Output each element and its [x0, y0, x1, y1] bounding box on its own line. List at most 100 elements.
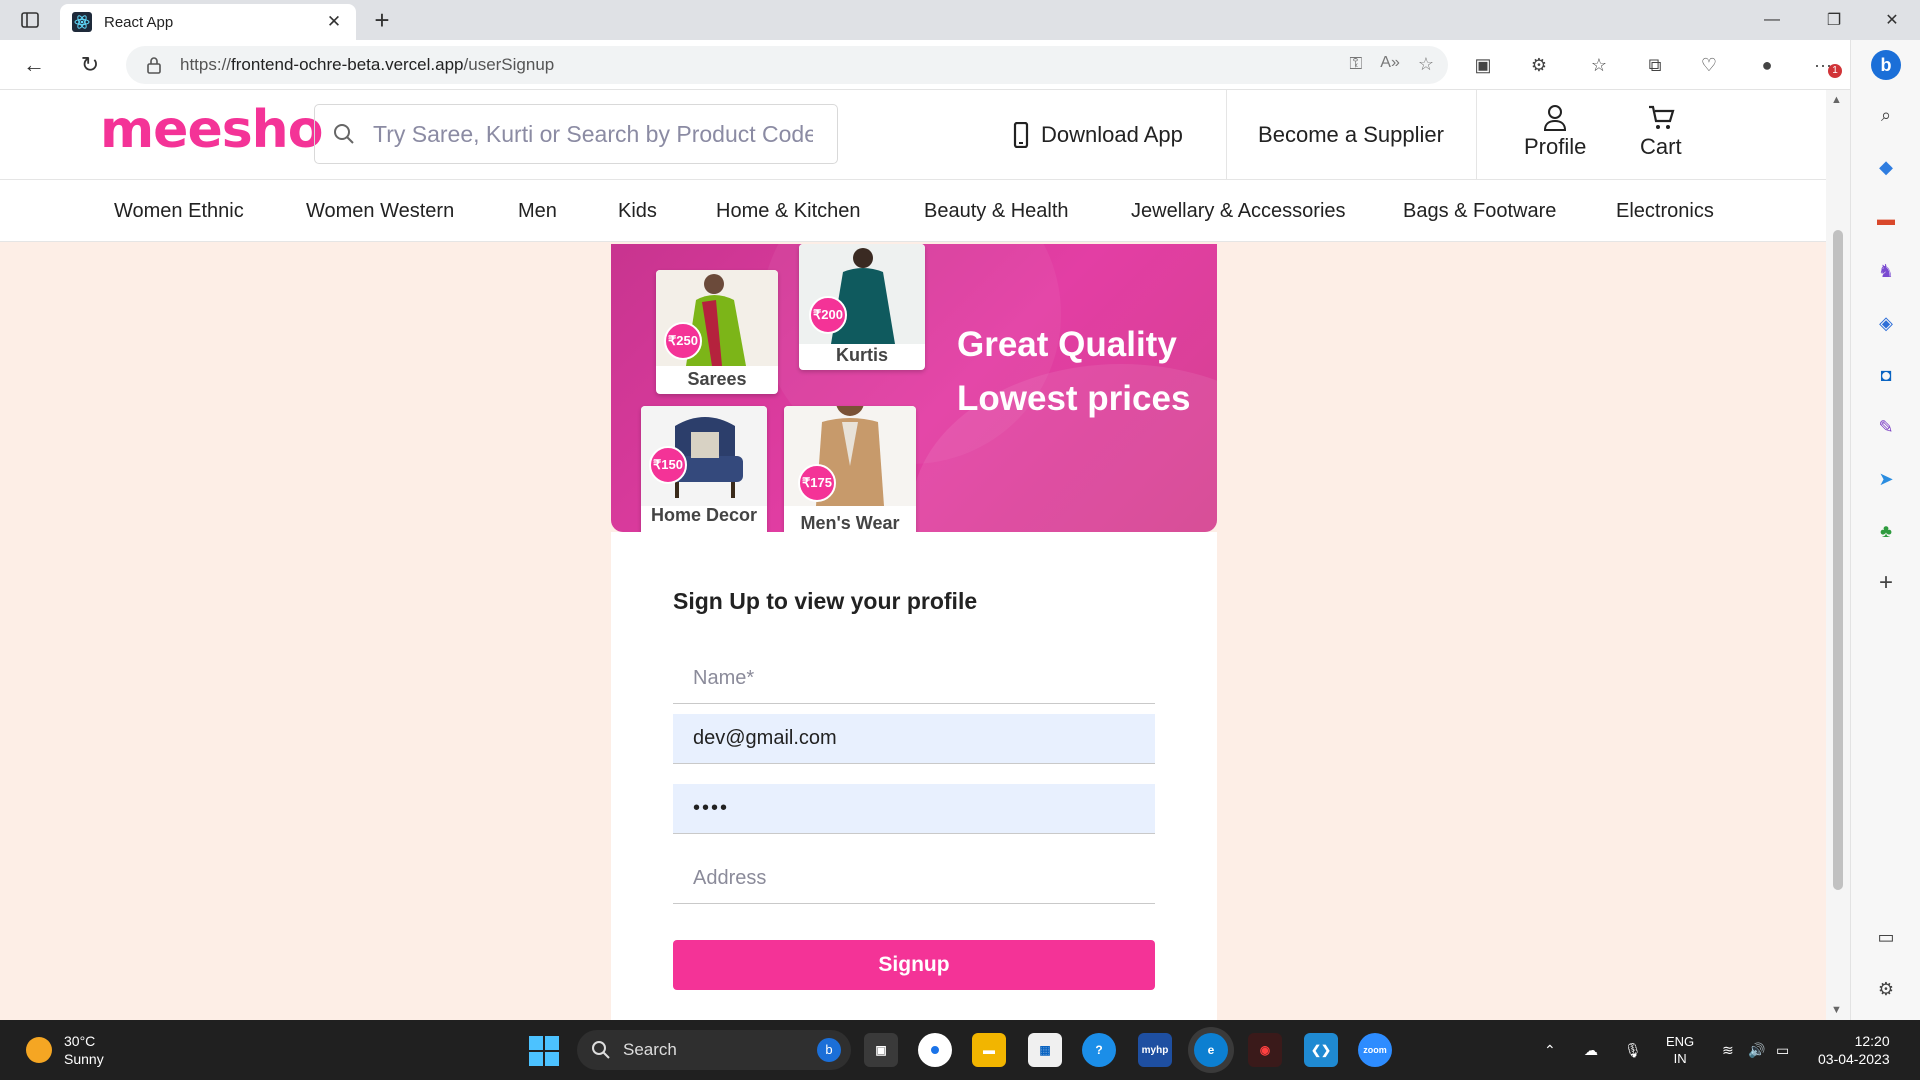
search-icon: [592, 1041, 610, 1059]
category-jewellary-accessories[interactable]: Jewellary & Accessories: [1131, 180, 1346, 242]
category-women-ethnic[interactable]: Women Ethnic: [114, 180, 244, 242]
download-app-label: Download App: [1041, 122, 1183, 147]
clock-date: 03-04-2023: [1818, 1051, 1890, 1067]
become-supplier-link[interactable]: Become a Supplier: [1226, 90, 1476, 180]
scroll-up-icon[interactable]: ▲: [1831, 94, 1842, 106]
category-kids[interactable]: Kids: [618, 180, 657, 242]
profile-link[interactable]: Profile: [1524, 104, 1586, 160]
battery-icon[interactable]: ▭: [1776, 1020, 1789, 1080]
taskbar-search[interactable]: Search b: [577, 1030, 851, 1070]
collections-icon[interactable]: ⧉: [1642, 52, 1668, 78]
name-field[interactable]: [673, 654, 1155, 704]
profile-avatar-icon[interactable]: ●: [1754, 52, 1780, 78]
shopping-tag-icon[interactable]: ◆: [1873, 154, 1899, 180]
screen-recorder-icon[interactable]: ◉: [1248, 1033, 1282, 1067]
games-icon[interactable]: ♞: [1873, 258, 1899, 284]
designer-icon[interactable]: ✎: [1873, 414, 1899, 440]
price-badge: ₹175: [798, 464, 836, 502]
windows-start-icon[interactable]: [529, 1036, 559, 1066]
myhp-icon[interactable]: myhp: [1138, 1033, 1172, 1067]
category-men[interactable]: Men: [518, 180, 557, 242]
browser-tab-active[interactable]: React App ✕: [60, 4, 356, 40]
scroll-thumb[interactable]: [1833, 230, 1843, 890]
password-field[interactable]: [673, 784, 1155, 834]
search-icon[interactable]: ⌕: [1873, 102, 1899, 128]
category-women-western[interactable]: Women Western: [306, 180, 454, 242]
tab-close-icon[interactable]: ✕: [324, 12, 344, 32]
chrome-icon[interactable]: [918, 1033, 952, 1067]
email-field[interactable]: [673, 714, 1155, 764]
temperature: 30°C: [64, 1033, 96, 1049]
header-divider: [1476, 90, 1477, 180]
vscode-icon[interactable]: ❮❯: [1304, 1033, 1338, 1067]
category-bags-footware[interactable]: Bags & Footware: [1403, 180, 1556, 242]
lock-icon: [147, 57, 161, 74]
search-input[interactable]: [373, 120, 813, 148]
taskbar-search-label: Search: [623, 1040, 677, 1059]
address-bar[interactable]: https://frontend-ochre-beta.vercel.app/u…: [126, 46, 1448, 84]
sidebar-toggle-icon[interactable]: ▭: [1873, 924, 1899, 950]
microsoft-365-icon[interactable]: ◈: [1873, 310, 1899, 336]
edge-sidebar: b ⌕ ◆ ▬ ♞ ◈ ◘ ✎ ➤ ♣ + ▭ ⚙: [1850, 40, 1920, 1020]
product-card-home-decor: ₹150 Home Decor: [641, 406, 767, 532]
zoom-icon[interactable]: zoom: [1358, 1033, 1392, 1067]
tab-title: React App: [104, 13, 174, 31]
search-box[interactable]: [314, 104, 838, 164]
file-explorer-icon[interactable]: ▬: [972, 1033, 1006, 1067]
browser-essentials-icon[interactable]: ♡: [1696, 52, 1722, 78]
minimize-icon[interactable]: —: [1744, 0, 1800, 40]
read-aloud-icon[interactable]: A»: [1380, 54, 1400, 75]
user-icon: [1544, 105, 1567, 131]
outlook-icon[interactable]: ◘: [1873, 362, 1899, 388]
bing-icon: b: [817, 1038, 841, 1062]
restore-icon[interactable]: ❐: [1806, 0, 1862, 40]
wifi-icon[interactable]: ≋: [1722, 1020, 1734, 1080]
download-app-link[interactable]: Download App: [1013, 90, 1183, 180]
tab-actions-icon[interactable]: [18, 9, 42, 31]
help-icon[interactable]: ?: [1082, 1033, 1116, 1067]
signup-button[interactable]: Signup: [673, 940, 1155, 990]
price-badge: ₹150: [649, 446, 687, 484]
category-beauty-health[interactable]: Beauty & Health: [924, 180, 1069, 242]
category-electronics[interactable]: Electronics: [1616, 180, 1714, 242]
product-label: Men's Wear: [800, 513, 900, 532]
split-screen-icon[interactable]: ▣: [1470, 52, 1496, 78]
password-key-icon[interactable]: ⚿: [1349, 54, 1362, 75]
send-icon[interactable]: ➤: [1873, 466, 1899, 492]
favorites-icon[interactable]: ☆: [1586, 52, 1612, 78]
tools-icon[interactable]: ▬: [1873, 206, 1899, 232]
more-menu-icon[interactable]: ··· 1: [1810, 52, 1842, 78]
cart-link[interactable]: Cart: [1640, 104, 1682, 160]
profile-label: Profile: [1524, 134, 1587, 159]
product-label: Sarees: [687, 369, 747, 389]
edge-browser-icon[interactable]: e: [1194, 1033, 1228, 1067]
page-scrollbar[interactable]: ▲ ▼: [1826, 90, 1850, 1020]
window-close-icon[interactable]: ✕: [1864, 0, 1920, 40]
task-view-icon[interactable]: ▣: [864, 1033, 898, 1067]
page-viewport: meesho Download App Become a Supplier Pr…: [0, 90, 1826, 1020]
weather-widget[interactable]: 30°C Sunny: [26, 1032, 104, 1068]
clock-time: 12:20: [1854, 1033, 1890, 1049]
clock[interactable]: 12:20 03-04-2023: [1818, 1020, 1890, 1080]
language-indicator[interactable]: ENG IN: [1666, 1020, 1694, 1080]
onedrive-cloud-icon[interactable]: ☁: [1584, 1020, 1598, 1080]
new-tab-icon[interactable]: +: [368, 6, 396, 34]
bing-chat-icon[interactable]: b: [1871, 50, 1901, 80]
address-field[interactable]: [673, 854, 1155, 904]
refresh-icon[interactable]: ↻: [76, 51, 104, 79]
category-home-kitchen[interactable]: Home & Kitchen: [716, 180, 861, 242]
meesho-logo[interactable]: meesho: [100, 100, 323, 160]
tagline-line-2: Lowest prices: [957, 379, 1191, 418]
scroll-down-icon[interactable]: ▼: [1831, 1004, 1842, 1016]
product-card-kurtis: ₹200 Kurtis: [799, 244, 925, 370]
back-icon[interactable]: ←: [20, 51, 48, 79]
tree-icon[interactable]: ♣: [1873, 518, 1899, 544]
volume-icon[interactable]: 🔊: [1748, 1020, 1765, 1080]
show-hidden-icons[interactable]: ⌃: [1544, 1020, 1556, 1080]
microsoft-store-icon[interactable]: ▦: [1028, 1033, 1062, 1067]
extensions-icon[interactable]: ⚙: [1526, 52, 1552, 78]
add-favorite-icon[interactable]: ☆: [1418, 54, 1434, 75]
microphone-icon[interactable]: 🎙: [1624, 1020, 1642, 1080]
settings-gear-icon[interactable]: ⚙: [1873, 976, 1899, 1002]
add-icon[interactable]: +: [1873, 569, 1899, 596]
